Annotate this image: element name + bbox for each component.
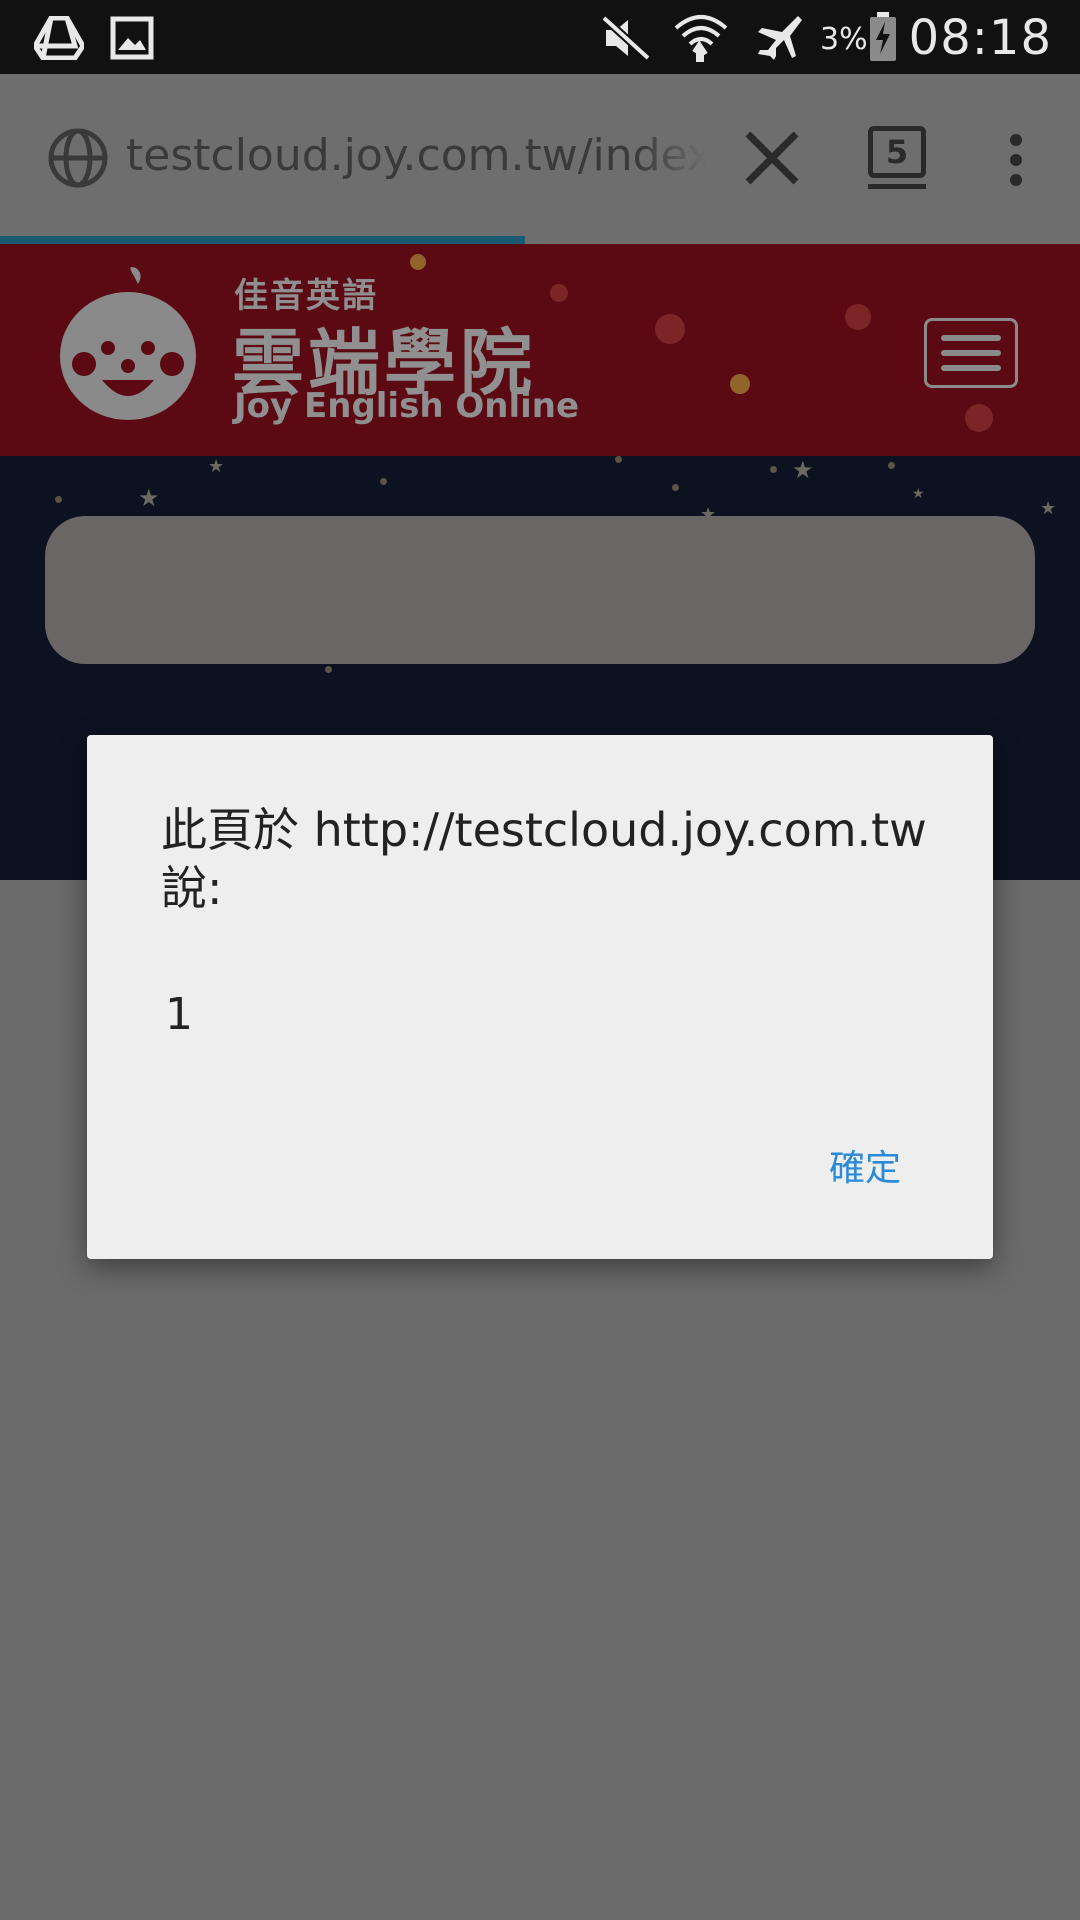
content-card-placeholder[interactable] (45, 516, 1035, 664)
address-bar[interactable]: testcloud.joy.com.tw/index.php (126, 130, 706, 190)
wifi-icon (674, 15, 728, 62)
clock: 08:18 (908, 10, 1052, 66)
decor-dot (770, 466, 777, 473)
mute-icon (601, 15, 651, 61)
alert-dialog: 此頁於 http://testcloud.joy.com.tw 說: 1 確定 (87, 735, 993, 1259)
tab-switcher-button[interactable]: 5 (868, 126, 926, 178)
battery-charging-icon (870, 12, 896, 61)
decor-bokeh (965, 404, 993, 432)
hamburger-line (941, 335, 1001, 341)
page-load-progress-fill (0, 236, 525, 244)
decor-star: ★ (792, 456, 814, 484)
decor-bokeh (655, 314, 685, 344)
decor-bokeh (845, 304, 871, 330)
page-load-progress (0, 236, 1080, 244)
decor-star: ★ (208, 456, 225, 477)
decor-star: ★ (138, 484, 160, 512)
decor-dot (325, 666, 332, 673)
dialog-title: 此頁於 http://testcloud.joy.com.tw 說: (161, 803, 927, 915)
site-info-icon[interactable] (46, 126, 110, 190)
decor-star: ★ (1040, 498, 1057, 519)
battery-percent: 3% (820, 22, 868, 57)
hamburger-line (941, 365, 1001, 371)
gallery-icon (110, 16, 154, 60)
status-bar: 3% 08:18 (0, 0, 1080, 74)
tab-switcher-underline (868, 184, 926, 189)
decor-bokeh (730, 374, 750, 394)
decor-dot (380, 478, 387, 485)
decor-dot (55, 496, 62, 503)
dialog-message: 1 (165, 989, 193, 1040)
decor-star: ★ (912, 486, 925, 502)
decor-dot (888, 462, 895, 469)
hamburger-line (941, 350, 1001, 356)
decor-dot (672, 484, 679, 491)
decor-bokeh (410, 254, 426, 270)
decor-dot (615, 456, 622, 463)
ok-button[interactable]: 確定 (829, 1139, 901, 1191)
decor-bokeh (550, 284, 568, 302)
mascot-logo-icon[interactable] (56, 264, 206, 424)
overflow-menu-icon[interactable] (1004, 132, 1028, 188)
browser-toolbar: testcloud.joy.com.tw/index.php 5 (0, 74, 1080, 238)
brand-english-name: Joy English Online (234, 386, 580, 426)
stop-loading-icon[interactable] (744, 130, 800, 186)
tab-count: 5 (885, 133, 909, 171)
drive-icon (34, 16, 84, 60)
site-header: 佳音英語 雲端學院 Joy English Online (0, 244, 1080, 456)
hamburger-menu-button[interactable] (924, 318, 1018, 388)
airplane-mode-icon (758, 16, 802, 60)
